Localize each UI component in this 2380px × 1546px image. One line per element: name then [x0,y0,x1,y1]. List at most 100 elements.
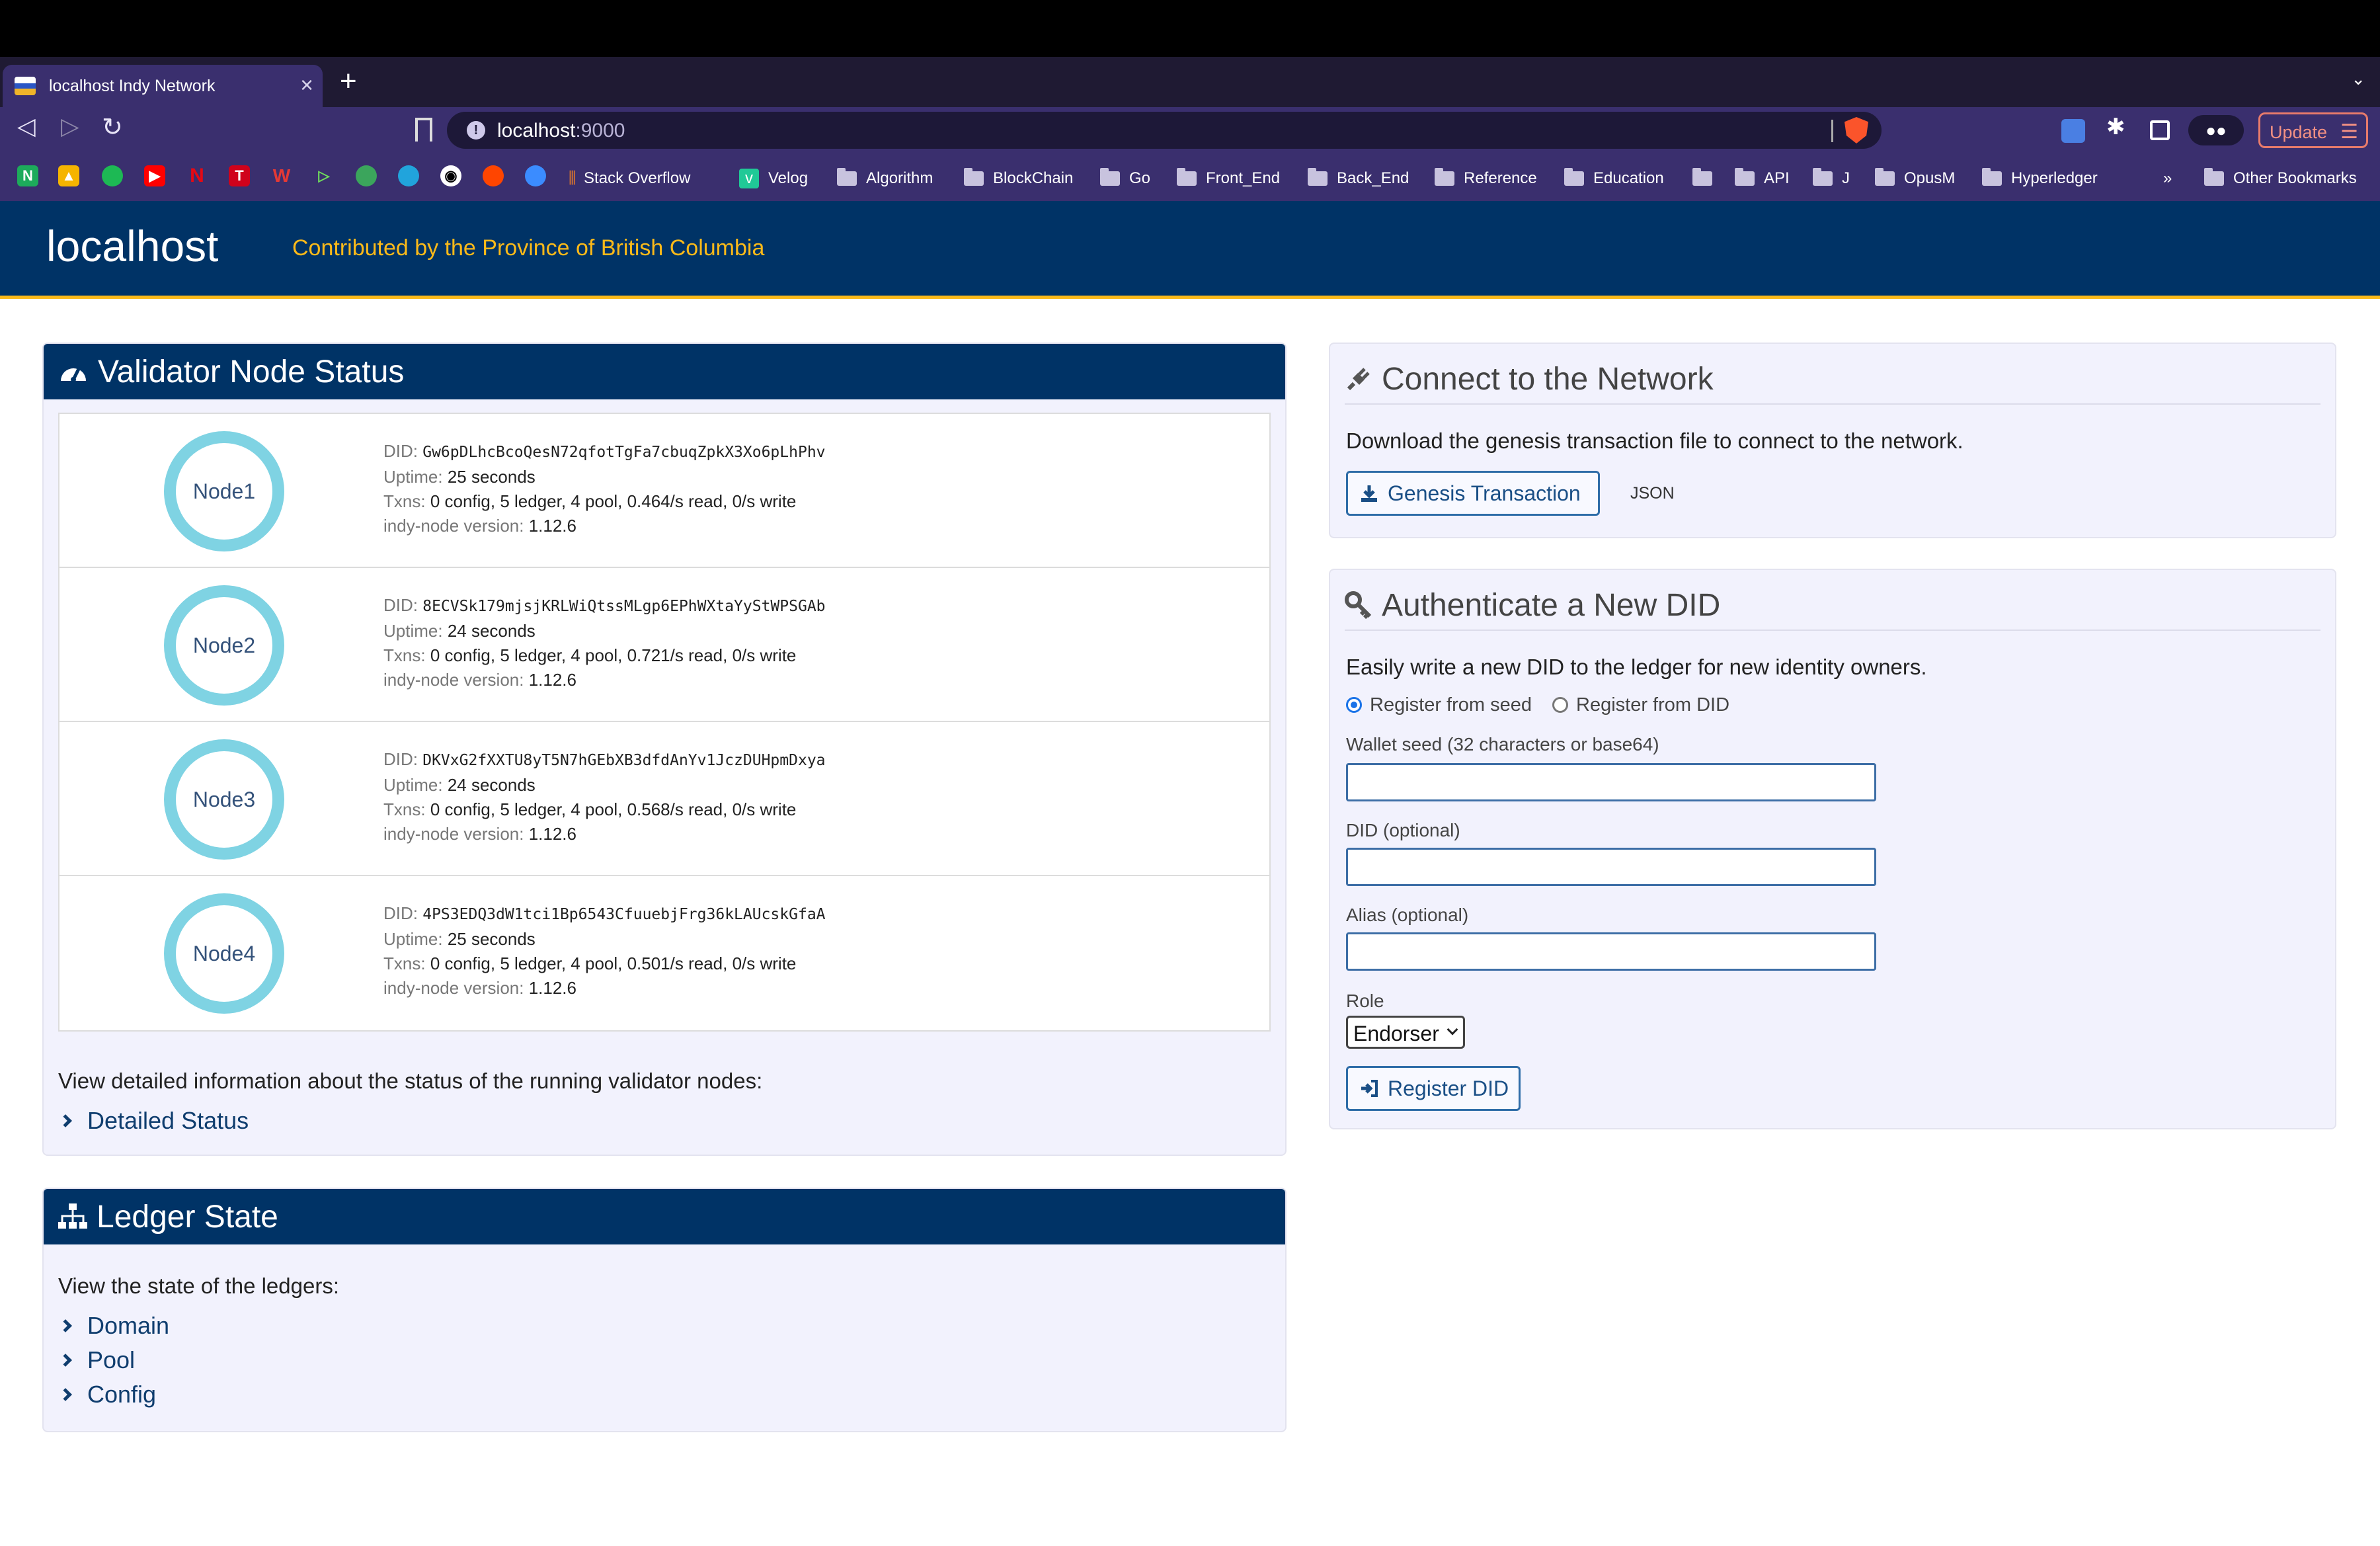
edge-bookmark-icon[interactable] [398,165,419,186]
velog-icon: v [739,169,759,188]
folder-icon [1813,168,1833,186]
play-bookmark-icon[interactable]: ▷ [313,165,335,186]
node-txns: 0 config, 5 ledger, 4 pool, 0.721/s read… [430,645,797,665]
address-bar[interactable]: ! localhost:9000 [447,112,1882,149]
did-input[interactable] [1346,848,1876,886]
browser-chrome: localhost Indy Network × + ⌄ ◁ ▷ ↻ ! loc… [0,0,2380,201]
stackoverflow-icon: ⫼ [569,169,576,187]
node-uptime: 24 seconds [447,775,536,795]
github-bookmark-icon[interactable]: ◉ [440,165,461,186]
folder-icon [1982,168,2002,186]
node-row: Node3 DID: DKVxG2fXXTU8yT5N7hGEbXB3dfdAn… [60,722,1269,876]
json-link[interactable]: JSON [1630,484,1675,503]
spotify-bookmark-icon[interactable] [102,165,123,186]
ledger-link-pool[interactable]: Pool [58,1346,135,1374]
bookmark-unnamed-folder[interactable] [1692,165,1722,192]
connect-network-header: Connect to the Network [1345,354,2320,405]
role-select[interactable]: Endorser [1346,1016,1465,1049]
site-info-icon[interactable]: ! [467,121,485,140]
bookmark-back-end[interactable]: Back_End [1308,165,1409,192]
detailed-status-link[interactable]: Detailed Status [58,1107,249,1135]
bookmark-stack-overflow[interactable]: ⫼ Stack Overflow [569,165,690,192]
ledger-state-card: Ledger State View the state of the ledge… [42,1188,1287,1432]
bookmark-icon[interactable] [415,118,432,142]
node-version: 1.12.6 [528,824,576,844]
node-did: 4PS3EDQ3dW1tci1Bp6543CfuuebjFrg36kLAUcsk… [422,906,826,923]
alias-input[interactable] [1346,932,1876,971]
register-from-did-radio[interactable] [1552,697,1568,713]
sidebar-icon[interactable] [2150,120,2170,140]
folder-icon [837,168,857,186]
bookmark-blockchain[interactable]: BlockChain [964,165,1073,192]
validator-status-header: Validator Node Status [44,344,1285,399]
tab-search-chevron-icon[interactable]: ⌄ [2351,69,2365,89]
wallet-seed-label: Wallet seed (32 characters or base64) [1346,734,1659,754]
netflix-bookmark-icon[interactable]: N [186,165,208,186]
folder-icon [1735,168,1755,186]
wallet-seed-input[interactable] [1346,763,1876,801]
back-icon[interactable]: ◁ [17,112,36,140]
update-button[interactable]: Update ☰ [2258,112,2368,148]
folder-icon [1692,168,1712,186]
node-row: Node1 DID: Gw6pDLhcBcoQesN72qfotTgFa7cbu… [60,414,1269,568]
tab-strip: localhost Indy Network × [0,57,2380,107]
folder-icon [1435,168,1454,186]
notion-bookmark-icon[interactable]: N [17,165,38,186]
reddit-bookmark-icon[interactable] [483,165,504,186]
bookmark-reference[interactable]: Reference [1435,165,1537,192]
reload-icon[interactable]: ↻ [102,112,123,142]
node-circle: Node2 [164,585,284,706]
bookmark-velog[interactable]: v Velog [739,165,808,192]
sitemap-icon [58,1203,87,1229]
new-tab-icon[interactable]: + [340,65,357,98]
bookmark-hyperledger[interactable]: Hyperledger [1982,165,2098,192]
folder-icon [1308,168,1328,186]
authenticate-did-header: Authenticate a New DID [1345,581,2320,631]
alias-label: Alias (optional) [1346,905,1469,925]
browser-tab[interactable]: localhost Indy Network × [3,65,323,107]
bookmark-go[interactable]: Go [1100,165,1150,192]
bookmark-education[interactable]: Education [1564,165,1664,192]
bookmark-api[interactable]: API [1735,165,1790,192]
bookmarks-bar: N ▲ ▶ N T W ▷ ◉ ⫼ Stack Overflow v Velog A… [0,153,2380,201]
node-info: DID: DKVxG2fXXTU8yT5N7hGEbXB3dfdAnYv1Jcz… [383,749,826,844]
authenticate-did-title: Authenticate a New DID [1382,587,1721,623]
connect-network-card: Connect to the Network Download the gene… [1329,343,2336,538]
plug-icon [1347,368,1370,391]
bookmark-other-bookmarks[interactable]: Other Bookmarks [2204,165,2357,192]
bookmarks-overflow[interactable]: » [2163,165,2172,192]
folder-icon [1100,168,1120,186]
address-separator [1831,120,1833,142]
node-uptime: 25 seconds [447,929,536,949]
url-text: localhost:9000 [497,120,625,142]
register-from-seed-label[interactable]: Register from seed [1370,694,1532,716]
register-from-did-label[interactable]: Register from DID [1576,694,1729,716]
forward-icon[interactable]: ▷ [61,112,79,140]
drive-bookmark-icon[interactable]: ▲ [58,165,79,186]
bookmark-opusm[interactable]: OpusM [1875,165,1955,192]
did-label: DID (optional) [1346,820,1460,840]
site-title[interactable]: localhost [46,221,219,271]
genesis-transaction-button[interactable]: Genesis Transaction [1346,471,1600,516]
ledger-state-title: Ledger State [97,1199,278,1235]
translate-icon[interactable] [2061,119,2085,143]
profile-icon[interactable]: ●● [2188,115,2244,145]
bookmark-front-end[interactable]: Front_End [1177,165,1280,192]
connect-network-text: Download the genesis transaction file to… [1346,428,1964,453]
green-bookmark-icon[interactable] [356,165,377,186]
bookmark-algorithm[interactable]: Algorithm [837,165,933,192]
youtube-bookmark-icon[interactable]: ▶ [144,165,165,186]
close-tab-icon[interactable]: × [300,73,313,99]
chevron-down-icon [1447,1024,1458,1036]
extensions-icon[interactable]: ✱ [2106,114,2130,140]
brave-shields-icon[interactable] [1844,117,1868,143]
register-did-button[interactable]: Register DID [1346,1066,1521,1111]
watcha-bookmark-icon[interactable]: W [271,165,292,186]
ledger-state-text: View the state of the ledgers: [58,1274,339,1298]
bookmark-j[interactable]: J [1813,165,1850,192]
ledger-link-domain[interactable]: Domain [58,1312,169,1340]
wavve-bookmark-icon[interactable]: T [229,165,250,186]
ledger-link-config[interactable]: Config [58,1381,156,1408]
blue-bookmark-icon[interactable] [525,165,546,186]
register-from-seed-radio[interactable] [1346,697,1362,713]
